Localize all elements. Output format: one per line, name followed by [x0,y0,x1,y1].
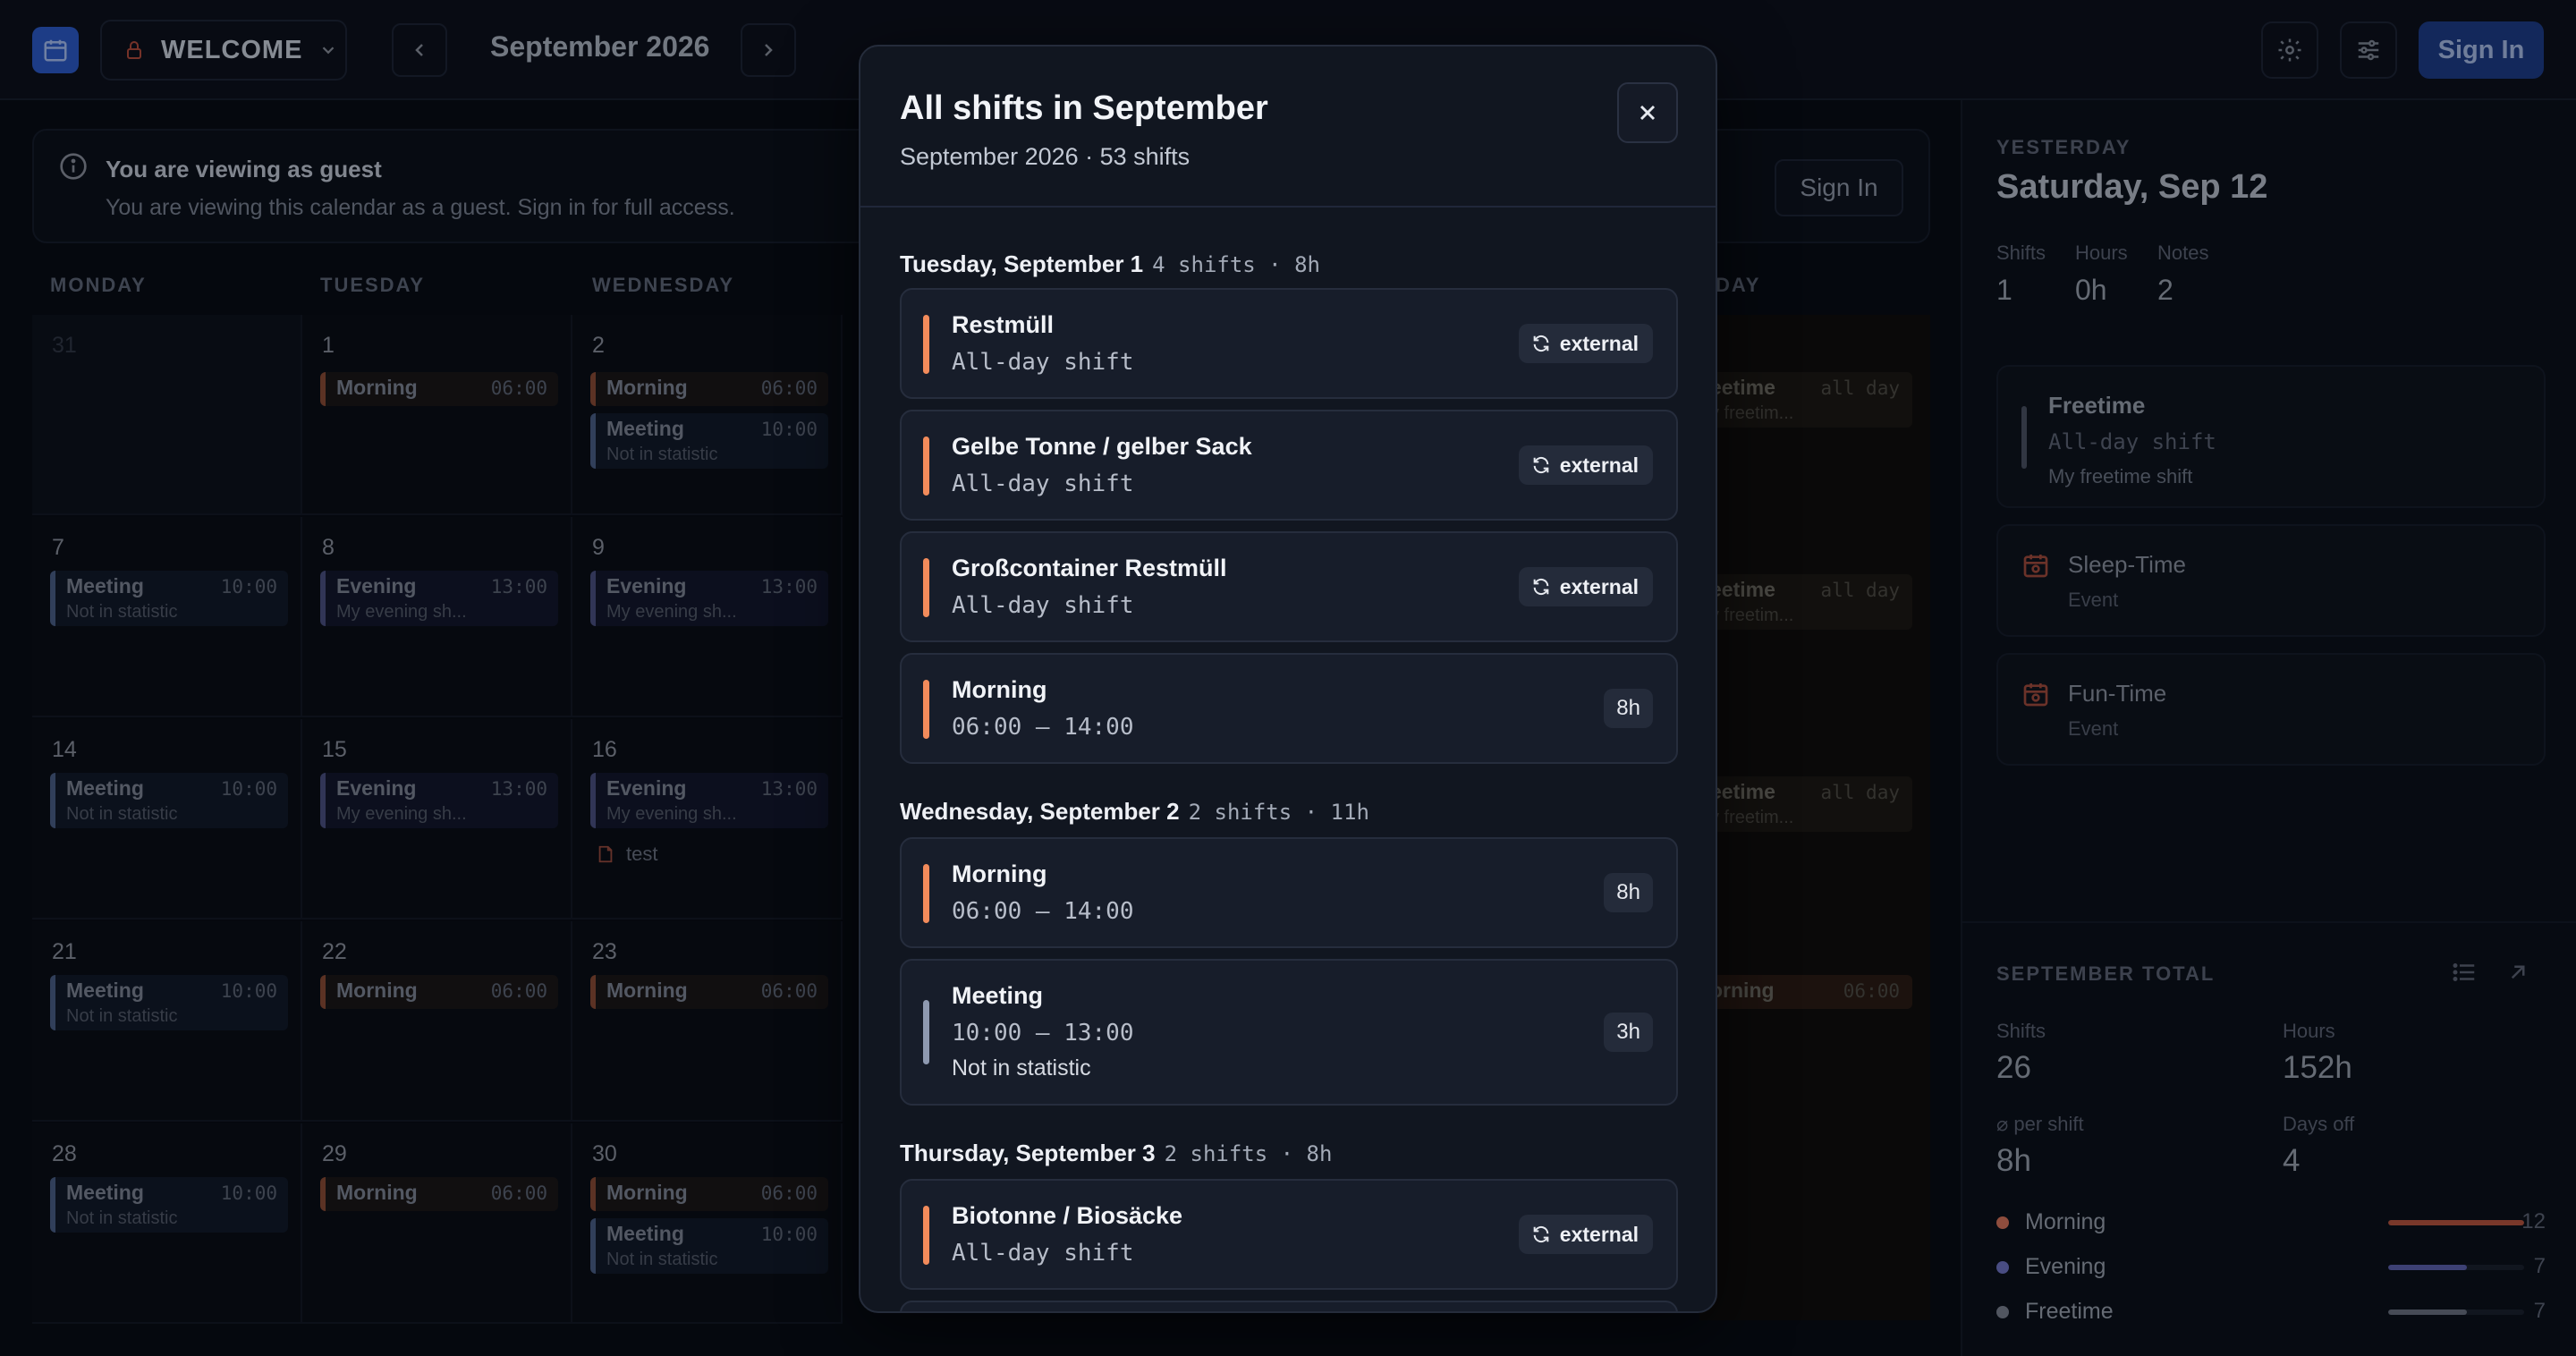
shift-name: Gelbe Tonne / gelber Sack [952,433,1252,460]
shift-time: All-day shift [952,470,1134,497]
external-badge: external [1518,445,1653,485]
sync-icon [1533,578,1549,596]
duration-badge: 3h [1604,1013,1653,1052]
shift-accent-bar [923,864,929,923]
sync-icon [1533,456,1549,474]
day-group-heading: Tuesday, September 1 4 shifts · 8h [900,250,1320,278]
modal-subtitle: September 2026 · 53 shifts [900,143,1191,170]
shift-accent-bar [923,315,929,374]
month-shifts-modal: All shifts in September September 2026 ·… [859,45,1717,1313]
external-badge-label: external [1559,1222,1639,1246]
modal-shift-list[interactable]: Tuesday, September 1 4 shifts · 8h Restmü… [900,209,1678,1311]
close-modal-button[interactable] [1617,82,1678,143]
shift-time: 06:00 – 14:00 [952,714,1134,741]
sync-icon [1533,335,1549,352]
shift-accent-bar [923,1206,929,1265]
close-icon [1640,105,1656,121]
shift-name: Morning [952,676,1047,703]
day-group-heading: Wednesday, September 2 2 shifts · 11h [900,798,1369,826]
external-badge: external [1518,567,1653,606]
shift-time: All-day shift [952,592,1134,619]
duration-badge: 8h [1604,873,1653,912]
shift-name: Meeting [952,982,1044,1009]
shift-note: Not in statistic [952,1055,1091,1081]
day-heading-meta: 2 shifts · 11h [1188,800,1369,825]
day-heading-text: Tuesday, September 1 [900,250,1144,277]
day-heading-meta: 4 shifts · 8h [1152,252,1320,277]
day-group-heading: Thursday, September 3 2 shifts · 8h [900,1140,1332,1167]
shift-name: Biotonne / Biosäcke [952,1202,1183,1229]
external-badge: external [1518,1215,1653,1254]
shift-row[interactable]: Biotonne / Biosäcke All-day shift extern… [900,1179,1678,1290]
shift-accent-bar [923,1000,929,1064]
day-heading-text: Thursday, September 3 [900,1140,1156,1166]
shift-row[interactable]: Gelbe Tonne / gelber Sack All-day shift … [900,410,1678,521]
shift-name: Großcontainer Restmüll [952,555,1227,581]
shift-time: 10:00 – 13:00 [952,1020,1134,1047]
shift-row[interactable]: Großcontainer Restmüll All-day shift ext… [900,531,1678,642]
day-heading-text: Wednesday, September 2 [900,798,1180,825]
shift-row[interactable]: Restmüll All-day shift external [900,288,1678,399]
duration-badge: 8h [1604,689,1653,728]
shift-row[interactable]: Morning 06:00 – 14:00 8h [900,837,1678,948]
shift-row[interactable]: Morning 06:00 – 14:00 8h [900,653,1678,764]
shift-time: All-day shift [952,349,1134,376]
shift-accent-bar [923,436,929,496]
shift-accent-bar [923,680,929,739]
external-badge-label: external [1559,574,1639,598]
shift-row-partial[interactable] [900,1301,1678,1311]
shift-name: Restmüll [952,311,1055,338]
shift-accent-bar [923,558,929,617]
shift-name: Morning [952,860,1047,887]
external-badge-label: external [1559,331,1639,355]
shift-row[interactable]: Meeting 10:00 – 13:00 Not in statistic 3… [900,959,1678,1106]
shift-time: All-day shift [952,1240,1134,1267]
modal-header: All shifts in September September 2026 ·… [860,47,1716,208]
external-badge-label: external [1559,453,1639,477]
external-badge: external [1518,324,1653,363]
sync-icon [1533,1225,1549,1243]
shift-time: 06:00 – 14:00 [952,898,1134,925]
modal-title: All shifts in September [900,89,1268,127]
day-heading-meta: 2 shifts · 8h [1164,1141,1333,1166]
